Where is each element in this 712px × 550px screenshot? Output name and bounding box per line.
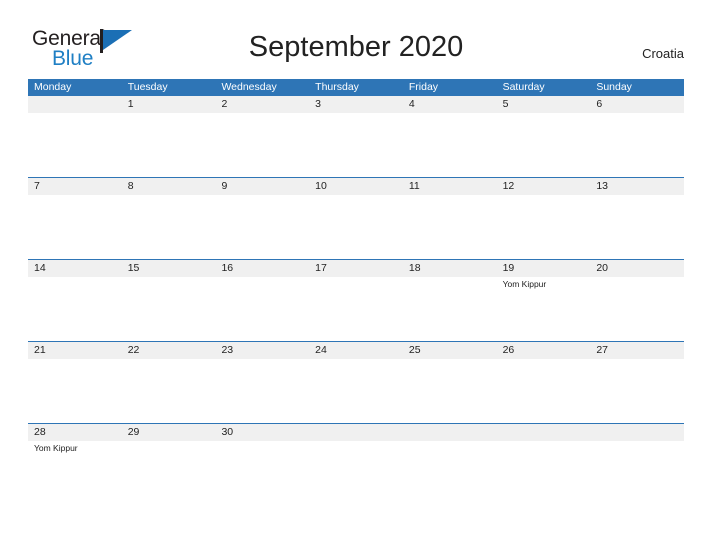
day-cell-5[interactable]: 5 (497, 96, 591, 177)
day-number: 23 (221, 344, 234, 356)
day-number: 6 (596, 98, 603, 110)
day-cell-30[interactable]: 30 (215, 424, 309, 505)
day-number: 1 (127, 98, 134, 110)
day-number: 12 (502, 180, 515, 192)
day-number: 22 (127, 344, 140, 356)
day-cell-13[interactable]: 13 (590, 178, 684, 259)
day-cell-7[interactable]: 7 (28, 178, 122, 259)
day-number: 19 (502, 262, 515, 274)
weekday-header-monday: Monday (34, 81, 72, 93)
day-cell-27[interactable]: 27 (590, 342, 684, 423)
day-number: 16 (221, 262, 234, 274)
day-cell-empty (309, 424, 403, 505)
region-label: Croatia (642, 46, 684, 61)
day-cell-2[interactable]: 2 (215, 96, 309, 177)
day-number: 13 (596, 180, 608, 192)
day-number (503, 424, 591, 441)
day-cell-21[interactable]: 21 (28, 342, 122, 423)
day-cell-6[interactable]: 6 (590, 96, 684, 177)
day-number: 30 (221, 426, 234, 438)
page-header: General Blue September 2020 Croatia (0, 0, 712, 69)
day-cell-empty (590, 424, 684, 505)
day-cell-empty (28, 96, 122, 177)
week-cells: 28 Yom Kippur 29 30 (28, 424, 684, 505)
weekday-header-saturday: Saturday (502, 81, 545, 93)
day-number: 29 (127, 426, 140, 438)
day-cell-11[interactable]: 11 (403, 178, 497, 259)
calendar-week-row: 28 Yom Kippur 29 30 (28, 423, 684, 505)
week-cells: 1 2 3 4 5 6 (28, 96, 684, 177)
weekday-header-thursday: Thursday (315, 81, 359, 93)
day-cell-8[interactable]: 8 (122, 178, 216, 259)
day-number (34, 96, 122, 113)
day-cell-26[interactable]: 26 (497, 342, 591, 423)
day-cell-29[interactable]: 29 (122, 424, 216, 505)
week-cells: 7 8 9 10 11 12 13 (28, 178, 684, 259)
day-cell-15[interactable]: 15 (122, 260, 216, 341)
day-number: 2 (221, 98, 228, 110)
calendar-grid: Monday Tuesday Wednesday Thursday Friday Satu… (28, 79, 684, 505)
day-number: 18 (408, 262, 421, 274)
calendar-week-row: 7 8 9 10 11 12 13 (28, 177, 684, 259)
calendar-week-row: 1 2 3 4 5 6 (28, 96, 684, 177)
day-number: 9 (221, 180, 228, 192)
day-cell-22[interactable]: 22 (122, 342, 216, 423)
day-cell-4[interactable]: 4 (403, 96, 497, 177)
weekday-header-tuesday: Tuesday (127, 81, 168, 93)
day-event-label: Yom Kippur (34, 443, 78, 453)
day-cell-10[interactable]: 10 (309, 178, 403, 259)
day-cell-28[interactable]: 28 Yom Kippur (28, 424, 122, 505)
day-number (409, 424, 497, 441)
day-cell-24[interactable]: 24 (309, 342, 403, 423)
day-number: 4 (408, 98, 415, 110)
page-title: September 2020 (248, 31, 464, 63)
day-number (315, 424, 403, 441)
day-number: 11 (408, 180, 420, 192)
weekday-header-friday: Friday (408, 81, 439, 93)
day-cell-1[interactable]: 1 (122, 96, 216, 177)
weekday-header-wednesday: Wednesday (221, 81, 277, 93)
day-number: 28 (34, 426, 46, 438)
day-number (596, 424, 684, 441)
day-cell-12[interactable]: 12 (497, 178, 591, 259)
day-cell-19[interactable]: 19 Yom Kippur (497, 260, 591, 341)
day-number: 7 (34, 180, 40, 192)
day-cell-empty (403, 424, 497, 505)
day-number: 27 (596, 344, 608, 356)
day-number: 20 (596, 262, 608, 274)
day-cell-23[interactable]: 23 (215, 342, 309, 423)
day-number: 24 (315, 344, 327, 356)
day-number: 8 (127, 180, 134, 192)
week-cells: 14 15 16 17 18 19 Yom Kippur 20 (28, 260, 684, 341)
week-cells: 21 22 23 24 25 26 27 (28, 342, 684, 423)
day-number: 25 (408, 344, 421, 356)
day-cell-14[interactable]: 14 (28, 260, 122, 341)
calendar-week-row: 14 15 16 17 18 19 Yom Kippur 20 (28, 259, 684, 341)
day-number: 5 (502, 98, 509, 110)
calendar-week-row: 21 22 23 24 25 26 27 (28, 341, 684, 423)
day-cell-17[interactable]: 17 (309, 260, 403, 341)
day-number: 3 (315, 98, 321, 110)
weekday-header-row: Monday Tuesday Wednesday Thursday Friday Satu… (28, 79, 684, 96)
day-number: 17 (315, 262, 327, 274)
weekday-header-sunday: Sunday (596, 81, 632, 93)
day-number: 26 (502, 344, 515, 356)
day-cell-25[interactable]: 25 (403, 342, 497, 423)
calendar-weeks: 1 2 3 4 5 6 7 8 9 10 11 12 13 14 15 16 17 18 19 Yom Kippur 2… (28, 96, 684, 505)
day-number: 21 (34, 344, 46, 356)
day-cell-empty (497, 424, 591, 505)
day-number: 10 (315, 180, 327, 192)
day-cell-3[interactable]: 3 (309, 96, 403, 177)
day-number: 15 (127, 262, 140, 274)
day-event-label: Yom Kippur (502, 279, 547, 289)
day-number: 14 (34, 262, 46, 274)
day-cell-20[interactable]: 20 (590, 260, 684, 341)
day-cell-9[interactable]: 9 (215, 178, 309, 259)
day-cell-16[interactable]: 16 (215, 260, 309, 341)
day-cell-18[interactable]: 18 (403, 260, 497, 341)
